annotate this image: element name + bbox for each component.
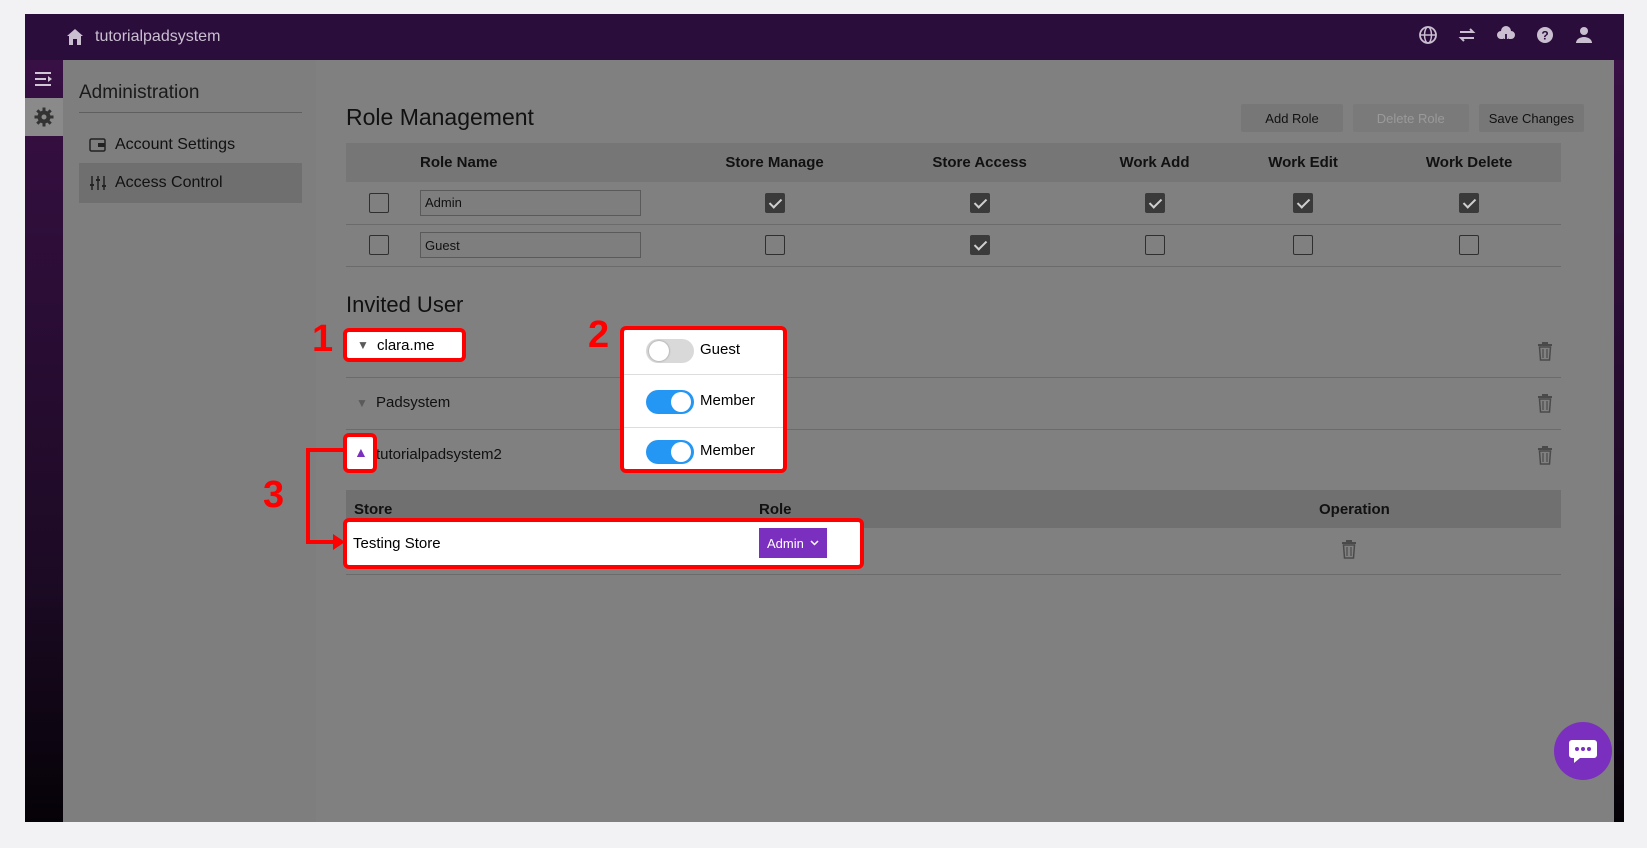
perm-checkbox-work-delete[interactable]	[1459, 235, 1480, 255]
perm-checkbox-work-delete[interactable]	[1459, 192, 1480, 213]
column-header: Work Add	[1080, 143, 1229, 182]
sidebar-item-label: Access Control	[115, 174, 223, 191]
column-header: Store Manage	[670, 143, 880, 182]
user-icon[interactable]	[1574, 25, 1594, 47]
role-toggle[interactable]	[640, 392, 688, 416]
wallet-icon	[89, 138, 106, 152]
chevron-down-icon	[810, 548, 819, 554]
sliders-icon	[90, 176, 106, 190]
perm-checkbox-work-add[interactable]	[1144, 192, 1165, 213]
column-header: Role	[751, 490, 1311, 528]
user-role-label: Member	[695, 394, 751, 411]
column-header: Store	[346, 490, 751, 528]
save-changes-button[interactable]: Save Changes	[1478, 104, 1584, 132]
trash-icon[interactable]	[1537, 445, 1553, 465]
add-role-button[interactable]: Add Role	[1241, 104, 1343, 132]
gear-icon	[34, 107, 54, 127]
collapse-arrow-icon[interactable]: ▲	[356, 448, 368, 462]
home-icon[interactable]	[65, 27, 85, 47]
role-select[interactable]: Admin	[759, 536, 827, 565]
user-name: clara.me	[376, 342, 434, 359]
swap-icon[interactable]	[1457, 25, 1477, 47]
app-name: tutorialpadsystem	[95, 28, 221, 45]
toggle-knob	[643, 342, 663, 362]
globe-icon[interactable]	[1418, 25, 1438, 47]
top-toolbar: ?	[1418, 25, 1594, 47]
table-row	[346, 224, 1561, 267]
trash-icon[interactable]	[1537, 393, 1553, 413]
user-name: tutorialpadsystem2	[376, 446, 502, 463]
perm-checkbox-store-access[interactable]	[969, 235, 990, 255]
trash-icon[interactable]	[1537, 341, 1553, 361]
cloud-download-icon[interactable]	[1496, 25, 1516, 47]
sidebar-title: Administration	[79, 82, 200, 103]
perm-checkbox-work-add[interactable]	[1144, 235, 1165, 255]
user-role-label: Guest	[695, 342, 736, 359]
perm-checkbox-work-edit[interactable]	[1293, 235, 1314, 255]
column-header: Work Delete	[1377, 143, 1561, 182]
store-role-table: Store Role Operation Testing Store Admin	[346, 490, 1561, 575]
role-name-input[interactable]	[420, 189, 641, 216]
role-toggle[interactable]	[640, 340, 688, 364]
delete-role-button[interactable]: Delete Role	[1352, 104, 1469, 132]
admin-sidebar: Administration Account Settings Access C…	[63, 60, 316, 822]
expand-arrow-icon[interactable]: ▼	[356, 396, 368, 410]
annotation-number: 1	[312, 318, 334, 360]
sidebar-item-label: Account Settings	[115, 136, 236, 153]
role-name-input[interactable]	[420, 232, 641, 258]
perm-checkbox-work-edit[interactable]	[1293, 192, 1314, 213]
table-row	[346, 182, 1561, 225]
perm-checkbox-store-manage[interactable]	[764, 235, 785, 255]
store-name: Testing Store	[346, 528, 751, 575]
menu-icon	[35, 72, 52, 86]
perm-checkbox-store-manage[interactable]	[764, 192, 785, 213]
svg-text:?: ?	[1541, 29, 1548, 43]
toggle-knob	[665, 446, 685, 466]
user-role-label: Member	[695, 446, 751, 463]
invited-user-row: ▼ clara.me Guest	[346, 326, 1561, 378]
select-column-header	[346, 143, 412, 182]
column-header: Role Name	[412, 143, 670, 182]
main-content: Role Management Add Role Delete Role Sav…	[316, 60, 1614, 822]
column-header: Operation	[1311, 490, 1561, 528]
page-title: Role Management	[346, 104, 534, 130]
trash-icon[interactable]	[1341, 539, 1357, 559]
toggle-knob	[665, 394, 685, 414]
invited-user-row: ▼ Padsystem Member	[346, 378, 1561, 430]
sidebar-item-access-control[interactable]: Access Control	[79, 163, 302, 203]
annotation-number: 3	[263, 474, 285, 516]
table-row: Testing Store Admin	[346, 528, 1561, 575]
annotation-bracket-arrow	[306, 448, 345, 550]
chat-icon	[1569, 740, 1597, 763]
row-select-checkbox[interactable]	[369, 192, 389, 213]
app-window: tutorialpadsystem ? Administration Accou…	[25, 14, 1624, 822]
help-icon[interactable]: ?	[1535, 25, 1555, 47]
chat-button[interactable]	[1554, 722, 1612, 780]
invited-user-row: ▲ tutorialpadsystem2 Member	[346, 430, 1561, 482]
store-table-header: Store Role Operation	[346, 490, 1561, 528]
invited-user-title: Invited User	[346, 292, 464, 317]
expand-arrow-icon[interactable]: ▼	[356, 344, 368, 358]
role-actions: Add Role Delete Role Save Changes	[1241, 104, 1584, 132]
sidebar-item-account-settings[interactable]: Account Settings	[79, 125, 302, 165]
role-select-value: Admin	[767, 543, 804, 559]
column-header: Store Access	[879, 143, 1081, 182]
column-header: Work Edit	[1228, 143, 1378, 182]
role-table: Role Name Store Manage Store Access Work…	[346, 143, 1561, 267]
user-name: Padsystem	[376, 394, 451, 411]
role-table-header: Role Name Store Manage Store Access Work…	[346, 143, 1561, 182]
menu-toggle-button[interactable]	[25, 60, 63, 98]
row-select-checkbox[interactable]	[369, 235, 389, 255]
top-bar: tutorialpadsystem ?	[25, 14, 1624, 60]
perm-checkbox-store-access[interactable]	[969, 192, 990, 213]
settings-rail-button[interactable]	[25, 98, 63, 136]
role-toggle[interactable]	[640, 444, 688, 468]
annotation-number: 2	[588, 314, 610, 356]
left-rail	[25, 60, 63, 822]
sidebar-divider	[79, 112, 302, 113]
